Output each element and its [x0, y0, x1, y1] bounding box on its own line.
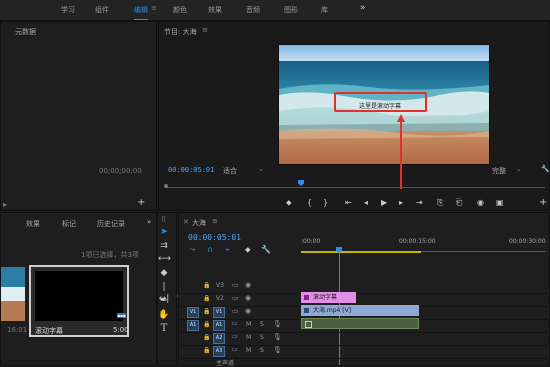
solo-button[interactable]: S: [260, 334, 264, 341]
work-area-bar[interactable]: [301, 251, 421, 253]
sync-lock-icon[interactable]: ▭: [232, 333, 238, 340]
sync-lock-icon[interactable]: ▭: [232, 346, 238, 353]
eye-icon[interactable]: ◉: [245, 294, 251, 302]
track-select-tool-icon[interactable]: ⇉: [158, 240, 170, 252]
pen-tool-icon[interactable]: ✒: [158, 295, 170, 307]
clip-duration: 5:00: [113, 326, 129, 334]
track-v3[interactable]: 🔒 V3 ▭ ◉: [178, 280, 550, 294]
track-name-a2[interactable]: A2: [213, 333, 225, 344]
track-name-v1[interactable]: V1: [213, 307, 225, 318]
mute-button[interactable]: M: [246, 347, 251, 354]
track-name-v2: V2: [216, 295, 224, 302]
mute-button[interactable]: M: [246, 321, 251, 328]
track-a3[interactable]: 🔒 A3 ▭ M S 🎙: [178, 345, 550, 359]
ruler-label-0: :00:00: [301, 238, 321, 245]
slip-tool-icon[interactable]: |↔|: [158, 281, 170, 304]
subtitle-clip-label: 滚动字幕: [313, 294, 338, 301]
microphone-icon[interactable]: 🎙: [273, 333, 282, 341]
close-sequence-icon[interactable]: ✕: [183, 218, 189, 226]
hand-tool-icon[interactable]: ✋: [158, 309, 170, 321]
track-name-v3: V3: [216, 282, 224, 289]
snap-icon[interactable]: ∩: [207, 246, 213, 254]
ripple-edit-tool-icon[interactable]: ⟷: [158, 253, 171, 265]
type-tool-icon[interactable]: T: [158, 323, 170, 335]
fx-badge-icon: [304, 308, 309, 313]
sequence-menu-icon[interactable]: ≡: [212, 217, 218, 225]
tab-history[interactable]: 历史记录: [97, 219, 125, 229]
lock-icon[interactable]: 🔒: [203, 321, 210, 328]
clip-name: 滚动字幕: [35, 327, 63, 335]
project-panel: 效果 标记 历史记录 » 1项已选择，共3项 16:01 ▪▪▪ 滚动字幕 5:…: [0, 212, 157, 366]
source-patch-v1[interactable]: V1: [187, 307, 199, 318]
clip-item-subtitle[interactable]: ▪▪▪ 滚动字幕 5:00: [29, 265, 129, 337]
more-panels-icon[interactable]: »: [147, 218, 151, 226]
clip-thumbnail-beach[interactable]: [1, 267, 25, 321]
clip-thumbnail-black: [35, 271, 123, 321]
lock-icon[interactable]: 🔒: [203, 295, 210, 302]
clip-left-duration: 16:01: [7, 326, 28, 334]
sequence-badge-icon: ▪▪▪: [117, 313, 126, 318]
sync-lock-icon[interactable]: ▭: [232, 307, 239, 315]
solo-button[interactable]: S: [260, 347, 264, 354]
track-a2[interactable]: 🔒 A2 ▭ M S 🎙: [178, 332, 550, 346]
video-clip[interactable]: 大海.mp4 [V]: [301, 305, 419, 316]
selection-tool-icon[interactable]: ➤: [158, 226, 170, 238]
timeline-settings-icon[interactable]: 🔧: [261, 246, 271, 254]
arrowhead-up-icon: [397, 114, 405, 122]
video-clip-label: 大海.mp4 [V]: [313, 307, 352, 314]
lock-icon[interactable]: 🔒: [203, 308, 210, 315]
tab-markers[interactable]: 标记: [62, 219, 76, 229]
eye-icon[interactable]: ◉: [245, 281, 251, 289]
lock-icon[interactable]: 🔒: [203, 282, 210, 289]
timeline-timecode[interactable]: 00:00:05:01: [188, 233, 241, 242]
fx-badge-icon: [304, 295, 309, 300]
microphone-icon[interactable]: 🎙: [273, 320, 282, 328]
selection-info: 1项已选择，共3项: [81, 251, 139, 259]
audio-fx-icon: [305, 321, 312, 328]
source-patch-a1[interactable]: A1: [187, 320, 199, 331]
audio-clip[interactable]: [301, 318, 419, 329]
lock-icon[interactable]: 🔒: [203, 334, 210, 341]
sync-lock-icon[interactable]: ▭: [232, 281, 239, 289]
timeline-marker-icon[interactable]: ⬥: [245, 246, 251, 254]
track-name-a3[interactable]: A3: [213, 346, 225, 357]
linked-selection-icon[interactable]: ⌖: [225, 246, 230, 254]
nest-icon[interactable]: ⤳: [189, 246, 195, 254]
microphone-icon[interactable]: 🎙: [273, 346, 282, 354]
sync-lock-icon[interactable]: ▭: [232, 320, 238, 327]
subtitle-clip[interactable]: 滚动字幕: [301, 292, 356, 303]
razor-tool-icon[interactable]: ◆: [158, 267, 170, 279]
track-name-a1[interactable]: A1: [213, 320, 225, 331]
ruler-label-30: 00:00:30:00: [509, 238, 546, 245]
eye-icon[interactable]: ◉: [245, 307, 251, 315]
solo-button[interactable]: S: [260, 321, 264, 328]
ruler-label-15: 00:00:15:00: [399, 238, 436, 245]
tools-grip-icon: ⠿: [161, 216, 167, 224]
lock-icon[interactable]: 🔒: [203, 347, 210, 354]
track-mix: 主声道: [178, 358, 550, 367]
sync-lock-icon[interactable]: ▭: [232, 294, 239, 302]
tab-effects[interactable]: 效果: [26, 219, 40, 229]
mute-button[interactable]: M: [246, 334, 251, 341]
sequence-tab[interactable]: 大海: [192, 218, 206, 228]
